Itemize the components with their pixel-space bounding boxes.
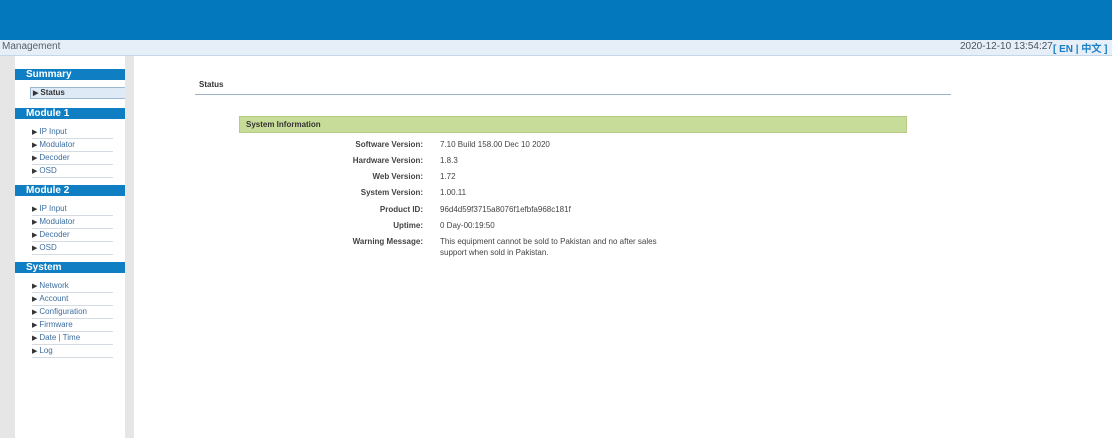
sidebar-section-summary: Summary <box>15 69 125 80</box>
sidebar-item-label: Log <box>39 346 53 355</box>
web-version-value: 1.72 <box>440 172 456 181</box>
arrow-right-icon: ▶ <box>32 206 38 213</box>
lang-en-link[interactable]: EN <box>1059 44 1073 55</box>
sidebar-item-account[interactable]: ▶ Account <box>32 293 113 306</box>
sidebar-section-module-2: Module 2 <box>15 185 125 196</box>
sidebar-item-label: Date | Time <box>39 333 81 342</box>
sidebar-item-label: Firmware <box>39 320 73 329</box>
sidebar-item-m1-decoder[interactable]: ▶ Decoder <box>32 152 113 165</box>
sidebar-item-label: Modulator <box>39 140 75 149</box>
sidebar-item-network[interactable]: ▶ Network <box>32 280 113 293</box>
sidebar-item-log[interactable]: ▶ Log <box>32 345 113 358</box>
arrow-right-icon: ▶ <box>32 219 38 226</box>
sidebar-item-label: Decoder <box>39 153 70 162</box>
software-version-value: 7.10 Build 158.00 Dec 10 2020 <box>440 140 550 149</box>
sidebar-item-label: Account <box>39 294 69 303</box>
title-divider <box>195 94 951 95</box>
sidebar: Summary ▶ Status Module 1 ▶ IP Input ▶ Modu… <box>15 56 128 438</box>
sidebar-item-label: Network <box>39 281 69 290</box>
sidebar-item-m1-modulator[interactable]: ▶ Modulator <box>32 139 113 152</box>
arrow-right-icon: ▶ <box>32 245 38 252</box>
arrow-right-icon: ▶ <box>32 335 38 342</box>
app-title: Management <box>2 41 61 52</box>
left-gutter <box>0 56 15 438</box>
lang-bracket-close: ] <box>1101 44 1108 55</box>
hardware-version-value: 1.8.3 <box>440 156 458 165</box>
warning-message-label: Warning Message: <box>352 237 423 246</box>
page-title: Status <box>199 80 224 89</box>
sidebar-item-firmware[interactable]: ▶ Firmware <box>32 319 113 332</box>
sidebar-item-label: Status <box>40 88 65 97</box>
arrow-right-icon: ▶ <box>33 90 39 97</box>
system-datetime: 2020-12-10 13:54:27 <box>960 41 1053 52</box>
status-bar: Management 2020-12-10 13:54:27 [ EN | 中文… <box>0 40 1112 56</box>
arrow-right-icon: ▶ <box>32 168 38 175</box>
arrow-right-icon: ▶ <box>32 296 38 303</box>
product-id-label: Product ID: <box>379 205 423 214</box>
arrow-right-icon: ▶ <box>32 129 38 136</box>
sidebar-item-m1-osd[interactable]: ▶ OSD <box>32 165 113 178</box>
uptime-value: 0 Day-00:19:50 <box>440 221 495 230</box>
warning-message-value: This equipment cannot be sold to Pakista… <box>440 237 657 257</box>
sidebar-item-label: OSD <box>39 243 57 252</box>
sidebar-item-label: IP Input <box>39 204 67 213</box>
software-version-label: Software Version: <box>355 140 423 149</box>
arrow-right-icon: ▶ <box>32 142 38 149</box>
sidebar-item-status[interactable]: ▶ Status <box>30 87 128 99</box>
language-switcher: [ EN | 中文 ] <box>1053 40 1107 55</box>
sidebar-item-label: OSD <box>39 166 57 175</box>
sidebar-divider <box>125 56 134 438</box>
arrow-right-icon: ▶ <box>32 232 38 239</box>
web-version-label: Web Version: <box>372 172 423 181</box>
sidebar-item-label: Modulator <box>39 217 75 226</box>
arrow-right-icon: ▶ <box>32 155 38 162</box>
sidebar-item-m2-decoder[interactable]: ▶ Decoder <box>32 229 113 242</box>
arrow-right-icon: ▶ <box>32 283 38 290</box>
arrow-right-icon: ▶ <box>32 322 38 329</box>
sidebar-section-system: System <box>15 262 125 273</box>
arrow-right-icon: ▶ <box>32 348 38 355</box>
sidebar-item-m1-ip-input[interactable]: ▶ IP Input <box>32 126 113 139</box>
sidebar-item-label: Configuration <box>39 307 87 316</box>
system-version-value: 1.00.11 <box>440 188 467 197</box>
lang-zh-link[interactable]: 中文 <box>1081 44 1101 55</box>
product-id-value: 96d4d59f3715a8076f1efbfa968c181f <box>440 205 571 214</box>
system-information-header: System Information <box>239 116 907 133</box>
sidebar-item-m2-ip-input[interactable]: ▶ IP Input <box>32 203 113 216</box>
sidebar-item-label: IP Input <box>39 127 67 136</box>
sidebar-item-m2-modulator[interactable]: ▶ Modulator <box>32 216 113 229</box>
sidebar-item-configuration[interactable]: ▶ Configuration <box>32 306 113 319</box>
hardware-version-label: Hardware Version: <box>352 156 423 165</box>
sidebar-item-date-time[interactable]: ▶ Date | Time <box>32 332 113 345</box>
sidebar-item-label: Decoder <box>39 230 70 239</box>
sidebar-section-module-1: Module 1 <box>15 108 125 119</box>
system-version-label: System Version: <box>360 188 423 197</box>
uptime-label: Uptime: <box>393 221 423 230</box>
arrow-right-icon: ▶ <box>32 309 38 316</box>
top-banner <box>0 0 1112 40</box>
sidebar-item-m2-osd[interactable]: ▶ OSD <box>32 242 113 255</box>
